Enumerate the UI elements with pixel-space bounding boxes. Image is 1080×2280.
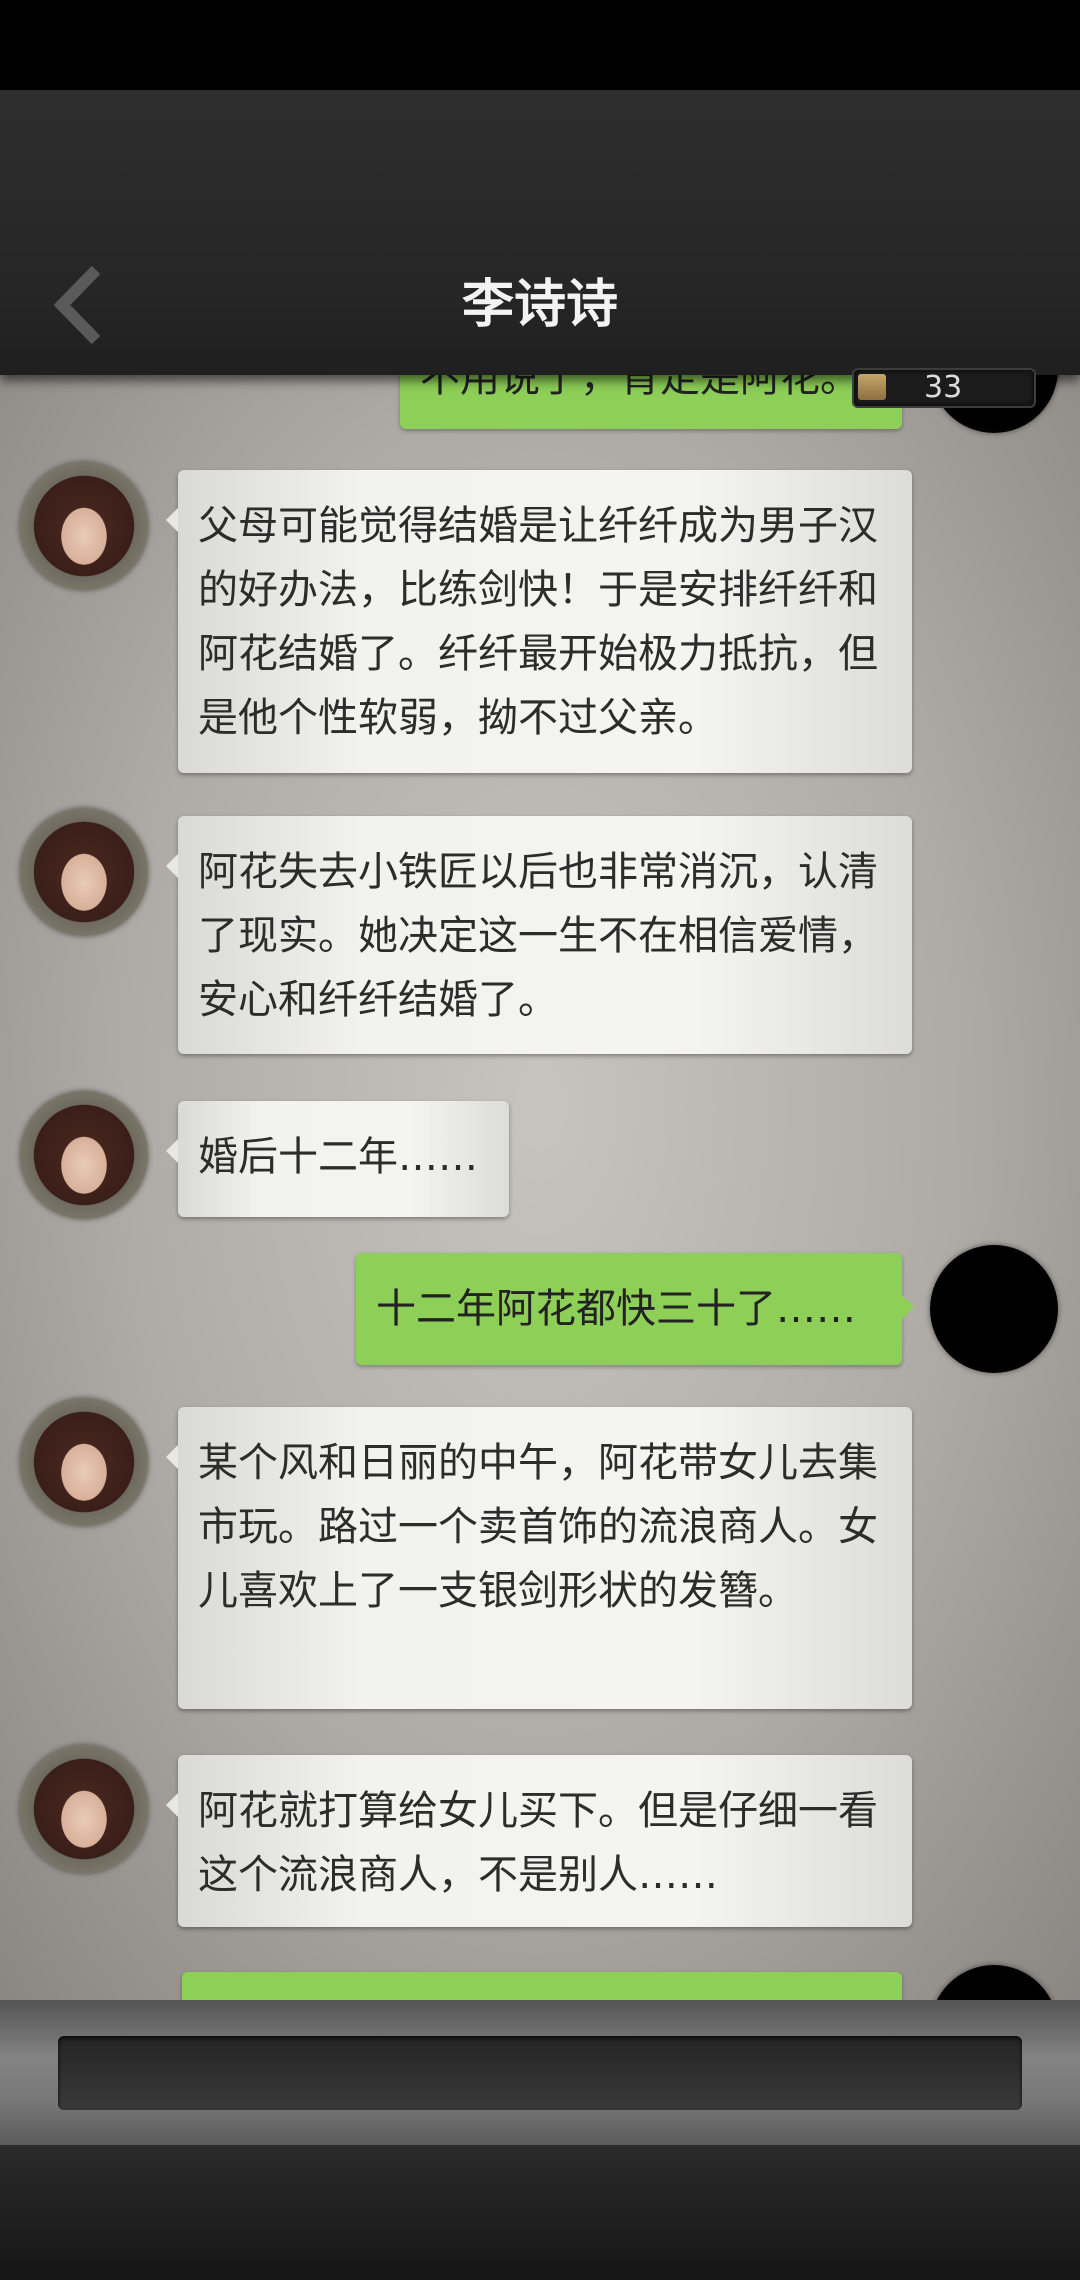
npc-avatar[interactable] — [20, 1091, 148, 1219]
message-input[interactable] — [58, 2036, 1022, 2110]
message-text: 婚后十二年…… — [198, 1134, 478, 1180]
message-bubble-npc: 阿花失去小铁匠以后也非常消沉，认清了现实。她决定这一生不在相信爱情，安心和纤纤结… — [166, 816, 912, 1054]
coin-icon — [858, 374, 886, 400]
message-bubble-user: 不用说了，肯定是阿花。 — [400, 375, 914, 429]
bottom-panel — [0, 2145, 1080, 2280]
message-bubble-user: 十二年阿花都快三十了…… — [356, 1253, 914, 1365]
message-bubble-npc: 阿花就打算给女儿买下。但是仔细一看这个流浪商人，不是别人…… — [166, 1755, 912, 1927]
counter-value: 33 — [924, 370, 963, 405]
message-text: 不用说了，肯定是阿花。 — [420, 375, 860, 401]
counter-badge: 33 — [852, 368, 1036, 408]
page-title: 李诗诗 — [461, 274, 618, 335]
npc-avatar[interactable] — [20, 808, 148, 936]
message-bubble-npc: 某个风和日丽的中午，阿花带女儿去集市玩。路过一个卖首饰的流浪商人。女儿喜欢上了一… — [166, 1407, 912, 1709]
message-text: 某个风和日丽的中午，阿花带女儿去集市玩。路过一个卖首饰的流浪商人。女儿喜欢上了一… — [198, 1440, 878, 1614]
message-bubble-user — [182, 1972, 902, 2000]
input-bar — [0, 2000, 1080, 2145]
user-avatar[interactable] — [930, 1965, 1058, 2000]
chat-header: 李诗诗 33 — [0, 90, 1080, 408]
status-bar — [0, 0, 1080, 90]
npc-avatar[interactable] — [20, 1398, 148, 1526]
chat-area[interactable]: 不用说了，肯定是阿花。 父母可能觉得结婚是让纤纤成为男子汉的好办法，比练剑快！于… — [0, 375, 1080, 2000]
message-bubble-npc: 婚后十二年…… — [166, 1101, 509, 1217]
message-text: 父母可能觉得结婚是让纤纤成为男子汉的好办法，比练剑快！于是安排纤纤和阿花结婚了。… — [198, 503, 878, 741]
user-avatar[interactable] — [930, 1245, 1058, 1373]
npc-avatar[interactable] — [20, 1745, 148, 1873]
npc-avatar[interactable] — [20, 462, 148, 590]
message-text: 十二年阿花都快三十了…… — [376, 1286, 856, 1332]
message-text: 阿花就打算给女儿买下。但是仔细一看这个流浪商人，不是别人…… — [198, 1788, 878, 1898]
message-text: 阿花失去小铁匠以后也非常消沉，认清了现实。她决定这一生不在相信爱情，安心和纤纤结… — [198, 849, 878, 1023]
message-bubble-npc: 父母可能觉得结婚是让纤纤成为男子汉的好办法，比练剑快！于是安排纤纤和阿花结婚了。… — [166, 470, 912, 773]
